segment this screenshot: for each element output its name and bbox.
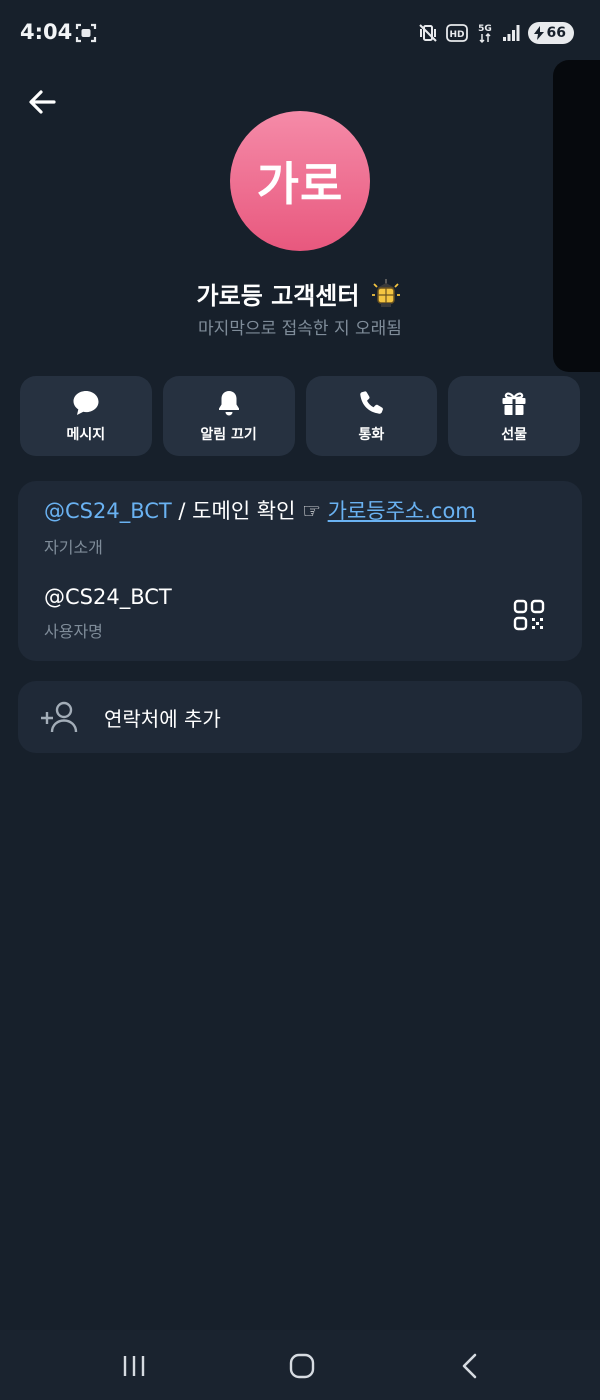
hd-icon: HD [445, 24, 468, 42]
mute-button[interactable]: 알림 끄기 [162, 376, 295, 456]
chat-bubble-icon [73, 391, 99, 415]
lantern-emoji[interactable] [369, 277, 403, 311]
avatar[interactable]: 가로 [230, 111, 370, 251]
call-label: 통화 [358, 427, 385, 443]
username-row[interactable]: @CS24_BCT 사용자명 [44, 585, 464, 642]
bell-icon [218, 391, 239, 416]
gift-icon [502, 392, 526, 415]
qr-code-icon[interactable] [513, 599, 545, 631]
add-person-icon [41, 701, 78, 733]
username-caption: 사용자명 [44, 622, 103, 641]
svg-text:5G: 5G [478, 24, 492, 34]
avatar-initials: 가로 [256, 157, 344, 211]
bio-mention-link[interactable]: @CS24_BCT [44, 499, 172, 523]
last-seen-status: 마지막으로 접속한 지 오래됨 [198, 319, 402, 339]
username-value: @CS24_BCT [44, 585, 172, 609]
arrow-left-icon[interactable] [24, 84, 60, 120]
message-label: 메시지 [66, 427, 106, 443]
bio-row: @CS24_BCT / 도메인 확인 ☞ 가로등주소.com 자기소개 [44, 495, 564, 558]
bio-text: @CS24_BCT / 도메인 확인 ☞ 가로등주소.com [44, 495, 564, 525]
battery-level: 66 [546, 25, 566, 41]
screen-record-icon [75, 23, 97, 43]
signal-icon [502, 25, 520, 41]
svg-text:HD: HD [449, 30, 464, 40]
bio-caption: 자기소개 [44, 538, 103, 557]
phone-icon [360, 391, 384, 414]
mute-label: 알림 끄기 [200, 427, 257, 443]
battery-charging-icon: 66 [527, 22, 574, 44]
add-contact-label: 연락처에 추가 [104, 707, 221, 731]
status-icons: HD 5G 66 [418, 20, 574, 46]
5g-icon: 5G [478, 24, 492, 44]
info-card: @CS24_BCT / 도메인 확인 ☞ 가로등주소.com 자기소개 @CS2… [18, 481, 582, 661]
profile-name: 가로등 고객센터 [196, 282, 360, 310]
back-icon[interactable] [450, 1350, 490, 1382]
status-bar: 4:04 HD 5G 66 [0, 0, 600, 64]
add-contact-button[interactable]: 연락처에 추가 [18, 681, 582, 753]
gift-label: 선물 [501, 427, 527, 443]
action-buttons: 메시지 알림 끄기 통화 선물 [20, 376, 580, 456]
recent-apps-icon[interactable] [114, 1350, 154, 1382]
profile-name-row: 가로등 고객센터 [0, 276, 600, 311]
bio-middle-text: / 도메인 확인 ☞ [171, 499, 328, 523]
message-button[interactable]: 메시지 [20, 376, 152, 456]
gift-button[interactable]: 선물 [448, 376, 580, 456]
call-button[interactable]: 통화 [305, 376, 438, 456]
bio-domain-link[interactable]: 가로등주소.com [328, 499, 476, 523]
system-nav-bar [0, 1330, 600, 1400]
home-icon[interactable] [282, 1350, 322, 1382]
status-time: 4:04 [20, 20, 73, 44]
mute-vibrate-icon [418, 24, 437, 42]
